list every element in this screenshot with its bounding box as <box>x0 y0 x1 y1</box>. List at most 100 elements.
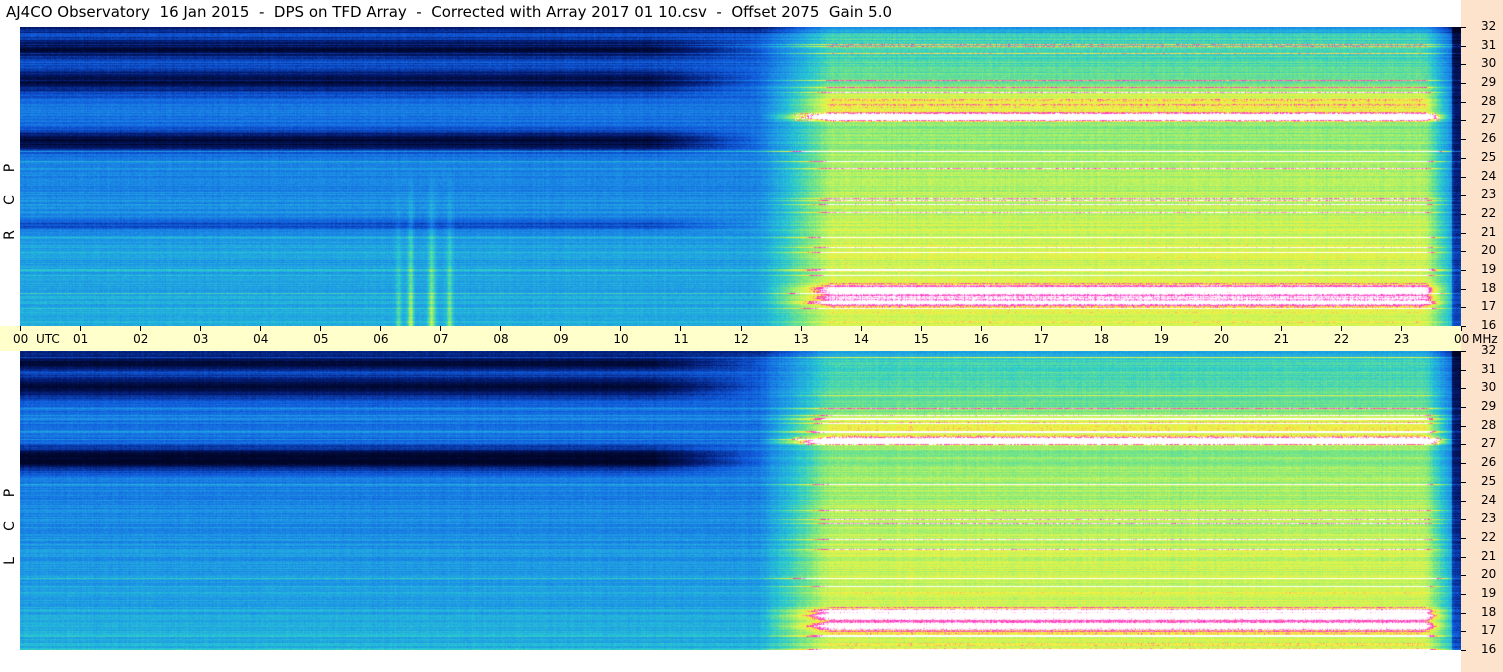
time-tick-label: 16 <box>973 332 989 346</box>
time-tick-mark <box>1160 326 1162 331</box>
frequency-tick-label: 31 <box>1481 362 1497 376</box>
frequency-tick-label: 25 <box>1481 474 1497 488</box>
time-tick-mark <box>320 326 322 331</box>
frequency-tick-label: 22 <box>1481 530 1497 544</box>
time-tick-mark <box>1400 326 1402 331</box>
frequency-tick-label: 21 <box>1481 549 1497 563</box>
time-tick-label: 05 <box>313 332 329 346</box>
lcp-spectrogram <box>20 351 1461 650</box>
frequency-tick-label: 29 <box>1481 75 1497 89</box>
frequency-tick-label: 20 <box>1481 243 1497 257</box>
frequency-tick-mark <box>1461 195 1466 196</box>
time-tick-mark <box>860 326 862 331</box>
frequency-tick-label: 17 <box>1481 299 1497 313</box>
frequency-tick-mark <box>1461 289 1466 290</box>
time-tick-label: 07 <box>433 332 449 346</box>
lcp-letter-l: L <box>2 557 18 565</box>
frequency-tick-mark <box>1461 388 1466 389</box>
frequency-tick-label: 26 <box>1481 131 1497 145</box>
frequency-tick-mark <box>1461 46 1466 47</box>
frequency-tick-mark <box>1461 407 1466 408</box>
time-tick-label: 06 <box>373 332 389 346</box>
time-tick-mark <box>800 326 802 331</box>
frequency-tick-label: 30 <box>1481 56 1497 70</box>
time-tick-label: 15 <box>913 332 929 346</box>
time-tick-mark <box>1220 326 1222 331</box>
rcp-letter-c: C <box>2 195 18 205</box>
time-tick-label: 03 <box>193 332 209 346</box>
time-axis <box>0 326 1461 351</box>
frequency-tick-label: 27 <box>1481 112 1497 126</box>
frequency-tick-label: 19 <box>1481 586 1497 600</box>
time-tick-label: 11 <box>673 332 689 346</box>
time-tick-mark <box>920 326 922 331</box>
frequency-tick-label: 16 <box>1481 642 1497 656</box>
time-tick-mark <box>680 326 682 331</box>
time-tick-label: 12 <box>733 332 749 346</box>
rcp-spectrogram <box>20 27 1461 326</box>
time-tick-label: 22 <box>1333 332 1350 346</box>
time-tick-mark <box>140 326 142 331</box>
frequency-tick-mark <box>1461 501 1466 502</box>
time-tick-label: 23 <box>1393 332 1410 346</box>
bottom-margin <box>20 650 1461 672</box>
frequency-tick-label: 32 <box>1481 19 1497 33</box>
time-tick-label: 04 <box>253 332 269 346</box>
time-tick-mark <box>380 326 382 331</box>
frequency-tick-mark <box>1461 64 1466 65</box>
time-tick-mark <box>740 326 742 331</box>
frequency-tick-label: 27 <box>1481 436 1497 450</box>
frequency-tick-mark <box>1461 307 1466 308</box>
frequency-tick-mark <box>1461 519 1466 520</box>
time-tick-label: 13 <box>793 332 809 346</box>
frequency-tick-mark <box>1461 102 1466 103</box>
frequency-tick-label: 19 <box>1481 262 1497 276</box>
time-tick-mark <box>1280 326 1282 331</box>
frequency-tick-mark <box>1461 83 1466 84</box>
time-tick-label: 08 <box>493 332 509 346</box>
time-tick-mark <box>1040 326 1042 331</box>
frequency-tick-label: 24 <box>1481 493 1497 507</box>
time-tick-mark <box>260 326 262 331</box>
time-tick-label: 10 <box>613 332 629 346</box>
frequency-tick-label: 25 <box>1481 150 1497 164</box>
time-tick-label: 14 <box>853 332 869 346</box>
frequency-tick-label: 29 <box>1481 399 1497 413</box>
frequency-tick-label: 20 <box>1481 567 1497 581</box>
time-tick-label: 01 <box>73 332 89 346</box>
frequency-tick-mark <box>1461 177 1466 178</box>
frequency-tick-mark <box>1461 538 1466 539</box>
frequency-tick-label: 21 <box>1481 225 1497 239</box>
frequency-tick-mark <box>1461 444 1466 445</box>
frequency-tick-label: 23 <box>1481 187 1497 201</box>
time-tick-label: 21 <box>1273 332 1290 346</box>
time-tick-mark <box>980 326 982 331</box>
frequency-tick-mark <box>1461 370 1466 371</box>
time-tick-mark <box>440 326 442 331</box>
frequency-tick-mark <box>1461 463 1466 464</box>
time-tick-label: 02 <box>133 332 149 346</box>
frequency-tick-label: 28 <box>1481 94 1497 108</box>
frequency-tick-label: 18 <box>1481 605 1497 619</box>
time-tick-mark <box>620 326 622 331</box>
time-tick-mark <box>200 326 202 331</box>
frequency-tick-mark <box>1461 120 1466 121</box>
frequency-tick-mark <box>1461 326 1466 327</box>
frequency-tick-label: 22 <box>1481 206 1497 220</box>
frequency-tick-mark <box>1461 631 1466 632</box>
time-tick-mark <box>1340 326 1342 331</box>
frequency-tick-mark <box>1461 482 1466 483</box>
rcp-letter-p: P <box>2 163 18 173</box>
time-tick-mark <box>500 326 502 331</box>
frequency-tick-mark <box>1461 557 1466 558</box>
frequency-tick-mark <box>1461 233 1466 234</box>
frequency-tick-mark <box>1461 351 1466 352</box>
frequency-tick-mark <box>1461 27 1466 28</box>
frequency-tick-mark <box>1461 426 1466 427</box>
frequency-tick-mark <box>1461 650 1466 651</box>
frequency-tick-label: 28 <box>1481 418 1497 432</box>
title-bar: AJ4CO Observatory 16 Jan 2015 - DPS on T… <box>0 0 1461 26</box>
frequency-tick-label: 31 <box>1481 38 1497 52</box>
frequency-tick-mark <box>1461 594 1466 595</box>
time-tick-mark <box>80 326 82 331</box>
